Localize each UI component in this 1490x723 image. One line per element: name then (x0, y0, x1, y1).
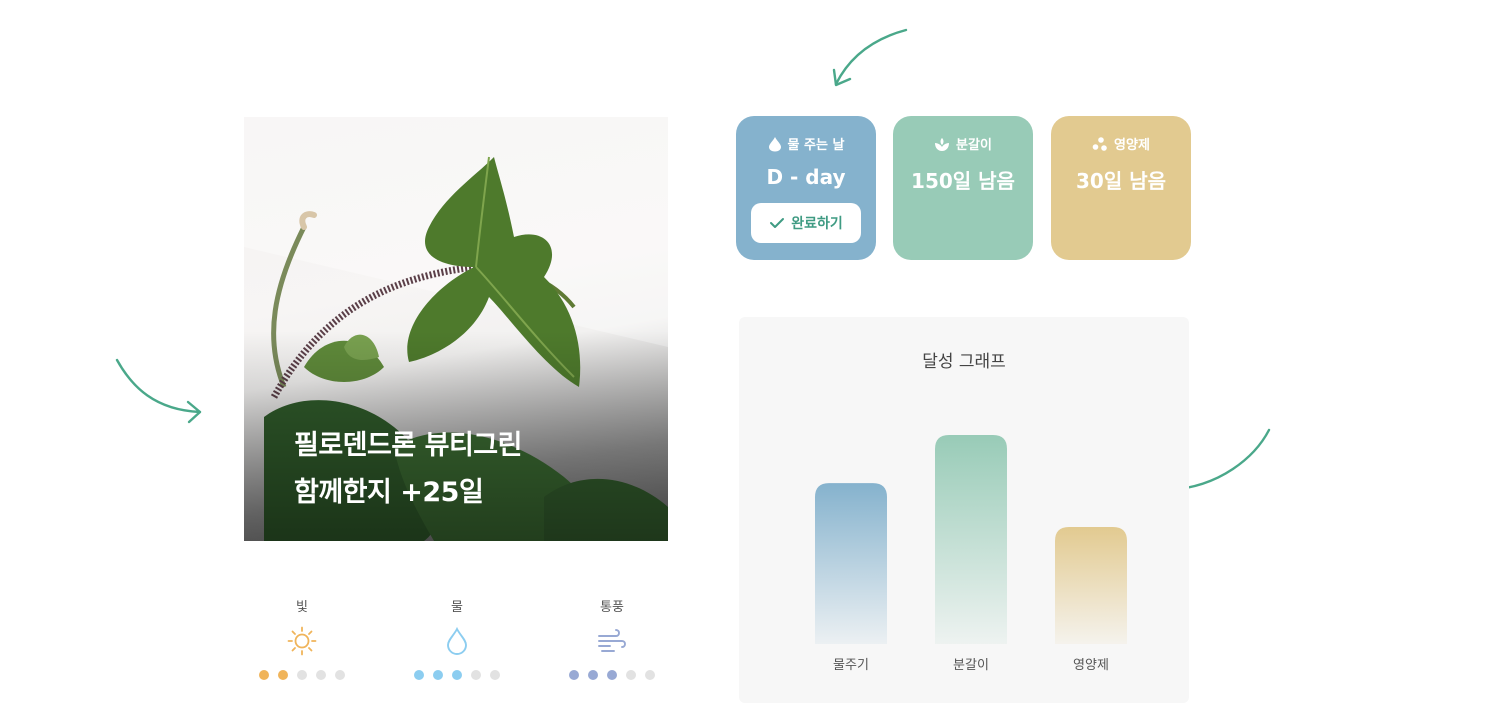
chart-category-label: 분갈이 (953, 658, 989, 673)
plant-sprout-icon (935, 137, 950, 151)
level-dot-empty (335, 670, 345, 680)
complete-button[interactable]: 완료하기 (751, 203, 861, 243)
chart-category-label: 영양제 (1073, 658, 1109, 673)
status-card-repotting[interactable]: 분갈이 150일 남음 (893, 116, 1033, 260)
level-dot-empty (471, 670, 481, 680)
level-dot-empty (626, 670, 636, 680)
complete-button-label: 완료하기 (791, 216, 843, 232)
condition-label: 물 (451, 600, 463, 615)
achievement-chart-panel: 달성 그래프 물주기 분갈이 영양제 (739, 317, 1189, 703)
plant-title: 필로덴드론 뷰티그린 함께한지 +25일 (294, 422, 522, 516)
level-dot-filled (278, 670, 288, 680)
level-dot-filled (452, 670, 462, 680)
chart-category-label: 물주기 (833, 658, 869, 673)
status-value: 150일 남음 (911, 169, 1015, 193)
status-title: 물 주는 날 (787, 138, 845, 153)
level-dot-filled (588, 670, 598, 680)
level-dot-filled (607, 670, 617, 680)
arrow-top-icon (832, 28, 908, 87)
level-dot-empty (297, 670, 307, 680)
plant-name: 필로덴드론 뷰티그린 (294, 430, 522, 461)
water-drop-icon (768, 136, 781, 151)
status-card-nutrient[interactable]: 영양제 30일 남음 (1051, 116, 1191, 260)
level-dots (552, 670, 672, 680)
level-dot-filled (569, 670, 579, 680)
condition-light: 빛 (242, 596, 362, 680)
status-card-watering[interactable]: 물 주는 날 D - day 완료하기 (736, 116, 876, 260)
check-icon (770, 218, 785, 228)
water-drop-icon (447, 626, 467, 655)
status-title: 분갈이 (956, 138, 992, 153)
condition-label: 빛 (296, 600, 308, 615)
plant-photo-card[interactable]: 필로덴드론 뷰티그린 함께한지 +25일 (244, 117, 668, 541)
chart-bar (935, 435, 1007, 644)
level-dot-empty (316, 670, 326, 680)
level-dot-empty (645, 670, 655, 680)
level-dot-empty (490, 670, 500, 680)
wind-icon (598, 629, 626, 652)
level-dot-filled (433, 670, 443, 680)
arrow-left-icon (115, 358, 202, 424)
condition-label: 통풍 (600, 600, 624, 615)
nutrient-dots-icon (1092, 136, 1107, 151)
status-value: D - day (766, 165, 846, 189)
condition-wind: 통풍 (552, 596, 672, 680)
achievement-chart: 물주기 분갈이 영양제 (815, 435, 1127, 673)
chart-bar (1055, 526, 1127, 644)
together-days: 함께한지 +25일 (294, 477, 484, 508)
condition-water: 물 (397, 596, 517, 680)
sun-icon (287, 626, 317, 656)
level-dots (397, 670, 517, 680)
status-title: 영양제 (1114, 138, 1150, 153)
level-dots (242, 670, 362, 680)
level-dot-filled (259, 670, 269, 680)
status-value: 30일 남음 (1076, 169, 1166, 193)
level-dot-filled (414, 670, 424, 680)
chart-bar (815, 483, 887, 644)
